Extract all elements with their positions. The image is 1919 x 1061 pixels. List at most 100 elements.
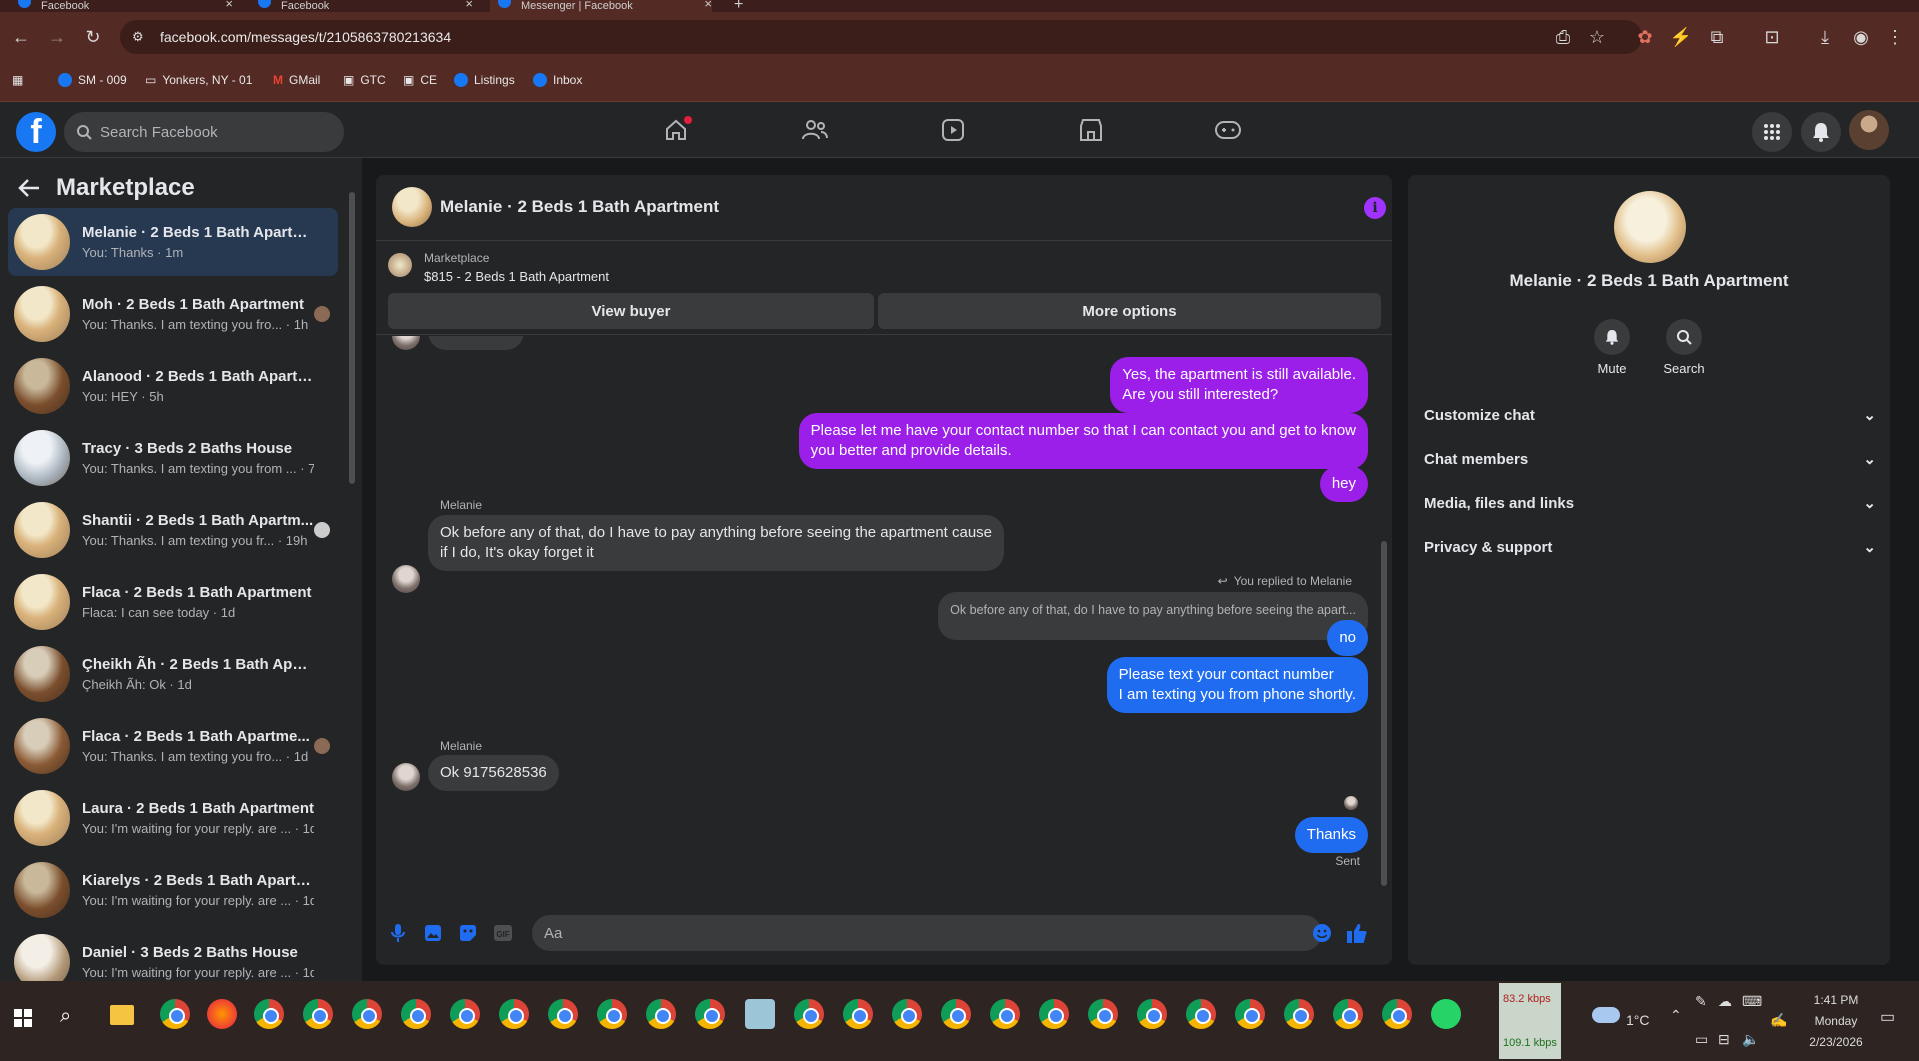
windows-start-icon[interactable] xyxy=(14,1009,32,1027)
facebook-logo-icon[interactable]: f xyxy=(16,112,56,152)
new-tab-icon[interactable]: + xyxy=(734,0,743,12)
clock-date[interactable]: 2/23/2026 xyxy=(1798,1035,1874,1049)
forward-icon[interactable]: → xyxy=(44,24,70,50)
app-icon[interactable] xyxy=(745,999,775,1029)
marketplace-icon[interactable] xyxy=(1071,110,1111,150)
conversation-item[interactable]: Melanie · 2 Beds 1 Bath Apartme... You: T… xyxy=(8,208,338,276)
chevron-up-icon[interactable]: ⌃ xyxy=(1670,1007,1682,1024)
search-icon[interactable]: ⌕ xyxy=(60,1005,71,1028)
chrome-icon[interactable] xyxy=(646,999,676,1029)
pen-icon[interactable]: ✎ xyxy=(1695,993,1707,1010)
privacy-support-section[interactable]: Privacy & support ⌄ xyxy=(1424,529,1876,565)
network-icon[interactable]: ⊟ xyxy=(1718,1031,1730,1048)
message-bubble-incoming[interactable]: Ok 9175628536 xyxy=(428,755,559,791)
chrome-icon[interactable] xyxy=(499,999,529,1029)
message-bubble-outgoing[interactable]: hey xyxy=(1319,466,1368,502)
message-bubble-outgoing[interactable]: Thanks xyxy=(1294,817,1368,853)
sidebar-scrollbar[interactable] xyxy=(348,178,356,980)
profile-icon[interactable]: ◉ xyxy=(1848,24,1874,50)
sticker-icon[interactable] xyxy=(456,921,480,945)
account-avatar[interactable] xyxy=(1849,110,1889,150)
browser-tab-active[interactable]: Messenger | Facebook × xyxy=(490,0,712,12)
chrome-icon[interactable] xyxy=(1284,999,1314,1029)
menu-icon[interactable]: ⋮ xyxy=(1882,24,1908,50)
chrome-icon[interactable] xyxy=(303,999,333,1029)
volume-icon[interactable]: 🔈 xyxy=(1742,1031,1759,1048)
listing-title[interactable]: $815 - 2 Beds 1 Bath Apartment xyxy=(424,269,609,284)
clock-day[interactable]: Monday xyxy=(1802,1014,1870,1028)
conversation-item[interactable]: Moh · 2 Beds 1 Bath Apartment You: Thanks… xyxy=(8,280,338,348)
browser-tab[interactable]: Facebook × xyxy=(258,0,473,12)
firefox-icon[interactable] xyxy=(207,999,237,1029)
chrome-icon[interactable] xyxy=(1235,999,1265,1029)
info-icon[interactable]: i xyxy=(1364,197,1386,219)
conversation-item[interactable]: Alanood · 2 Beds 1 Bath Apartm... You: HE… xyxy=(8,352,338,420)
message-bubble-outgoing[interactable]: Please let me have your contact number s… xyxy=(798,413,1368,469)
pen-workspace-icon[interactable]: ✍ xyxy=(1770,1012,1787,1029)
chrome-icon[interactable] xyxy=(1382,999,1412,1029)
conversation-item[interactable]: Flaca · 2 Beds 1 Bath Apartme... You: Tha… xyxy=(8,712,338,780)
back-arrow-icon[interactable] xyxy=(18,178,40,198)
chat-scrollbar[interactable] xyxy=(1380,341,1388,897)
extension-icon[interactable]: ✿ xyxy=(1632,24,1658,50)
message-bubble-outgoing[interactable]: no xyxy=(1327,620,1368,656)
microphone-icon[interactable] xyxy=(386,921,410,945)
cloud-icon[interactable]: ☁ xyxy=(1718,993,1732,1010)
conversation-item[interactable]: Tracy · 3 Beds 2 Baths House You: Thanks.… xyxy=(8,424,338,492)
message-input[interactable] xyxy=(532,915,1322,951)
conversation-item[interactable]: Kiarelys · 2 Beds 1 Bath Apartme... You: … xyxy=(8,856,338,924)
extension-icon[interactable]: ⚡ xyxy=(1668,24,1694,50)
bookmark-item[interactable]: Listings xyxy=(454,73,515,87)
chrome-icon[interactable] xyxy=(941,999,971,1029)
listing-thumbnail[interactable] xyxy=(388,253,412,277)
menu-grid-icon[interactable] xyxy=(1752,112,1792,152)
reload-icon[interactable]: ↻ xyxy=(80,24,106,50)
gaming-icon[interactable] xyxy=(1208,110,1248,150)
chrome-icon[interactable] xyxy=(1186,999,1216,1029)
whatsapp-icon[interactable] xyxy=(1431,999,1461,1029)
quoted-message[interactable]: Ok before any of that, do I have to pay … xyxy=(938,592,1368,640)
thumbs-up-icon[interactable] xyxy=(1345,921,1369,945)
conversation-item[interactable]: Çheikh Ãh · 2 Beds 1 Bath Apart... Çheikh… xyxy=(8,640,338,708)
chrome-icon[interactable] xyxy=(1333,999,1363,1029)
clock-time[interactable]: 1:41 PM xyxy=(1802,993,1870,1007)
apps-grid-icon[interactable]: ▦ xyxy=(12,73,23,87)
message-bubble-outgoing[interactable]: Please text your contact number I am text… xyxy=(1106,657,1368,713)
extensions-puzzle-icon[interactable]: ⧉ xyxy=(1704,24,1730,50)
chat-members-section[interactable]: Chat members ⌄ xyxy=(1424,441,1876,477)
chrome-icon[interactable] xyxy=(352,999,382,1029)
message-bubble-incoming[interactable]: Ok before any of that, do I have to pay … xyxy=(428,515,1005,571)
notifications-bell-icon[interactable] xyxy=(1801,112,1841,152)
address-bar[interactable]: ⚙ facebook.com/messages/t/21058637802136… xyxy=(120,20,1642,54)
chrome-icon[interactable] xyxy=(695,999,725,1029)
chrome-icon[interactable] xyxy=(892,999,922,1029)
downloads-icon[interactable]: ⤓ xyxy=(1812,24,1838,50)
conversation-item[interactable]: Flaca · 2 Beds 1 Bath Apartment Flaca: I … xyxy=(8,568,338,636)
message-bubble-outgoing[interactable]: Yes, the apartment is still available. Ar… xyxy=(1110,357,1368,413)
bookmark-item[interactable]: ▣ CE xyxy=(403,73,437,87)
scrollbar-thumb[interactable] xyxy=(1381,541,1387,886)
chrome-icon[interactable] xyxy=(990,999,1020,1029)
chrome-icon[interactable] xyxy=(843,999,873,1029)
chrome-icon[interactable] xyxy=(1088,999,1118,1029)
bookmark-item[interactable]: ▣ GTC xyxy=(343,73,386,87)
media-files-links-section[interactable]: Media, files and links ⌄ xyxy=(1424,485,1876,521)
scrollbar-thumb[interactable] xyxy=(349,192,355,484)
emoji-icon[interactable] xyxy=(1310,921,1334,945)
chat-avatar[interactable] xyxy=(392,187,432,227)
browser-tab[interactable]: Facebook × xyxy=(18,0,233,12)
file-explorer-icon[interactable] xyxy=(110,1005,134,1025)
close-tab-icon[interactable]: × xyxy=(465,0,473,11)
back-icon[interactable]: ← xyxy=(8,24,34,50)
mute-button[interactable]: Mute xyxy=(1576,319,1648,376)
device-icon[interactable]: ⌨ xyxy=(1742,993,1762,1010)
details-avatar[interactable] xyxy=(1614,191,1686,263)
close-tab-icon[interactable]: × xyxy=(704,0,712,11)
customize-chat-section[interactable]: Customize chat ⌄ xyxy=(1424,397,1876,433)
bookmark-item[interactable]: Inbox xyxy=(533,73,582,87)
url-text[interactable]: facebook.com/messages/t/2105863780213634 xyxy=(160,29,451,45)
more-options-button[interactable]: More options xyxy=(878,293,1381,329)
watch-icon[interactable] xyxy=(933,110,973,150)
chrome-icon[interactable] xyxy=(794,999,824,1029)
weather-cloud-icon[interactable] xyxy=(1592,1007,1620,1023)
